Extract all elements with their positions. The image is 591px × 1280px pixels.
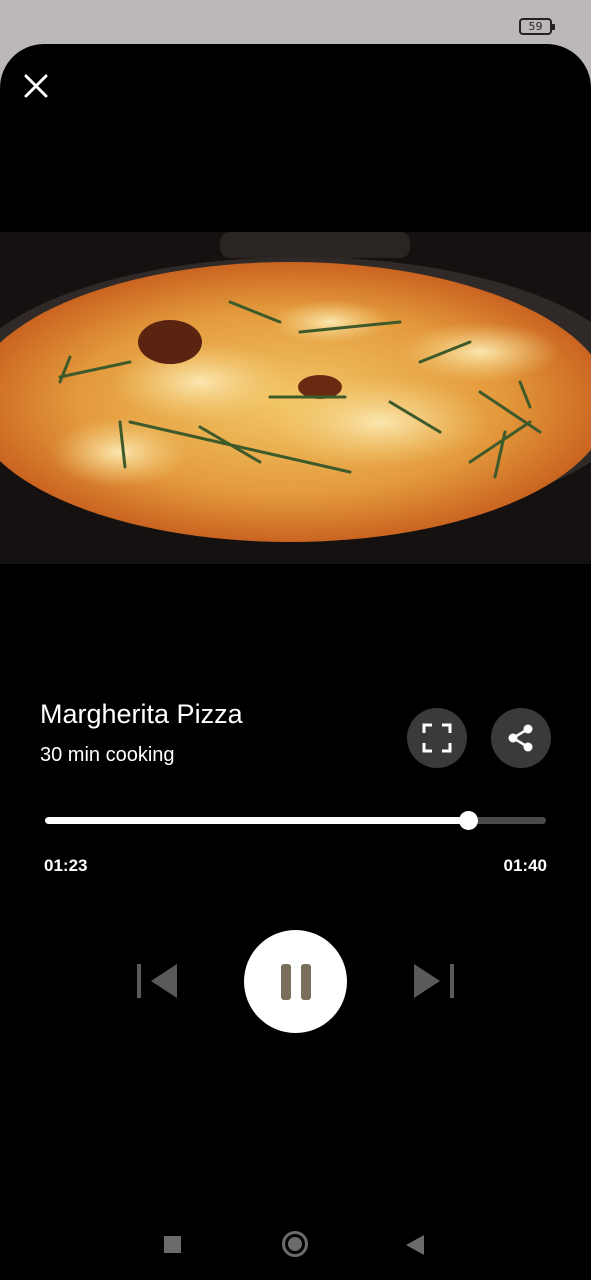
video-frame[interactable] — [0, 232, 591, 564]
video-player-sheet: Margherita Pizza 30 min cooking 01:23 01… — [0, 44, 591, 1280]
battery-level: 59 — [528, 20, 543, 33]
recipe-subtitle: 30 min cooking — [40, 744, 175, 766]
progress-thumb[interactable] — [458, 811, 478, 830]
share-button[interactable] — [491, 708, 551, 768]
recent-apps-button[interactable] — [164, 1236, 181, 1253]
back-button[interactable] — [406, 1235, 424, 1255]
skip-previous-icon — [137, 964, 177, 998]
fullscreen-button[interactable] — [407, 708, 467, 768]
current-time: 01:23 — [44, 856, 88, 875]
close-icon — [24, 74, 48, 98]
share-icon — [508, 724, 533, 752]
pause-button[interactable] — [244, 930, 347, 1033]
progress-bar[interactable] — [45, 811, 546, 830]
home-button[interactable] — [282, 1231, 308, 1257]
previous-button[interactable] — [133, 960, 181, 1002]
status-bar: 59 — [0, 0, 591, 44]
fullscreen-icon — [422, 723, 452, 753]
pizza-video-image — [0, 232, 591, 564]
recipe-title: Margherita Pizza — [40, 699, 243, 729]
total-time: 01:40 — [503, 856, 547, 875]
skip-next-icon — [414, 964, 454, 998]
close-button[interactable] — [18, 68, 54, 104]
next-button[interactable] — [410, 960, 458, 1002]
pause-icon — [280, 963, 311, 1000]
battery-indicator: 59 — [519, 18, 555, 35]
progress-fill — [45, 817, 468, 824]
